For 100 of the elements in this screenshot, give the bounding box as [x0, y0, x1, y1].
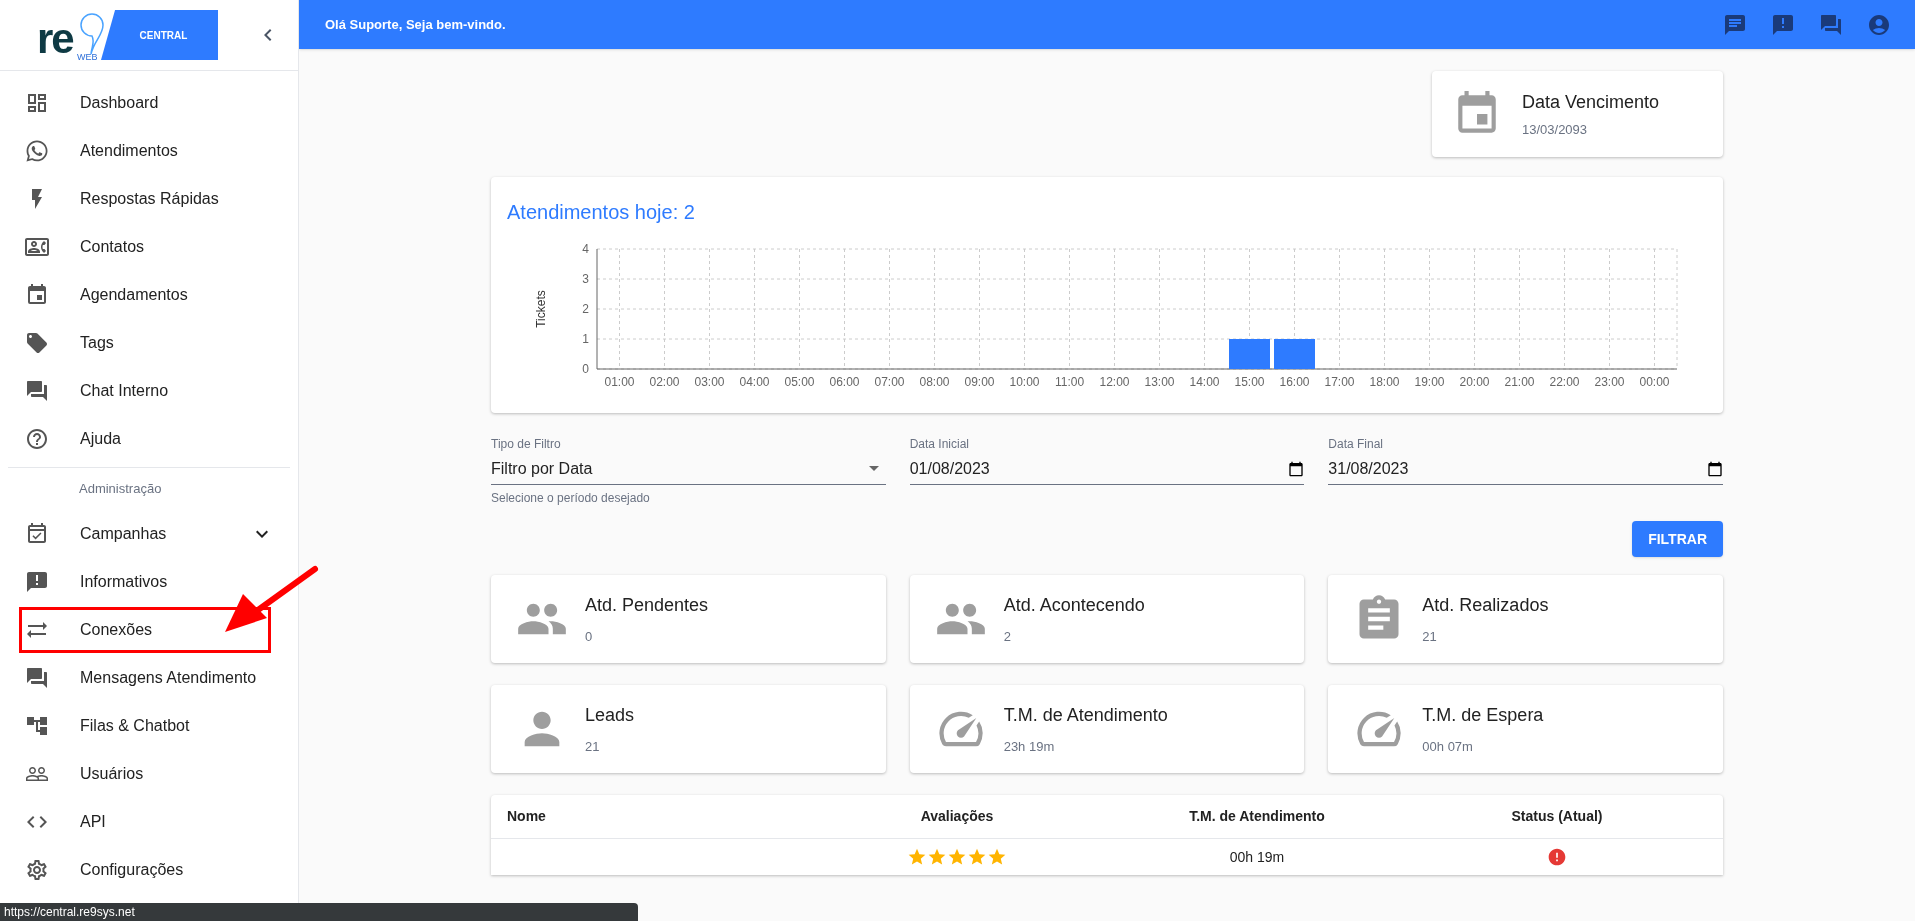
y-tick-label: 3 — [582, 272, 589, 286]
logo-text: re — [37, 18, 73, 60]
y-tick-label: 2 — [582, 302, 589, 316]
y-tick-label: 4 — [582, 242, 589, 256]
chat-icon — [1723, 12, 1747, 37]
sidebar-item[interactable]: Usuários — [0, 750, 298, 798]
sidebar-item[interactable]: Contatos — [0, 223, 298, 271]
logo-badge: CENTRAL — [101, 10, 218, 60]
status-url: https://central.re9sys.net — [0, 903, 638, 921]
helper-text: Selecione o período desejado — [491, 490, 651, 507]
column-header: Avaliações — [919, 807, 995, 826]
x-tick-label: 03:00 — [694, 375, 725, 389]
contact-card-icon — [25, 235, 49, 259]
y-tick-label: 1 — [582, 332, 589, 346]
stat-title: Atd. Realizados — [1422, 593, 1549, 617]
field-label: Data Inicial — [909, 436, 971, 453]
stat-value: 23h 19m — [1003, 737, 1056, 756]
sidebar-item[interactable]: Tags — [0, 319, 298, 367]
sidebar-item[interactable]: Agendamentos — [0, 271, 298, 319]
stat-value: 00h 07m — [1422, 737, 1474, 756]
x-tick-label: 22:00 — [1549, 375, 1580, 389]
sidebar-item[interactable]: Campanhas — [0, 510, 298, 558]
sidebar-item[interactable]: Configurações — [0, 846, 298, 894]
chart-title: Atendimentos hoje: 2 — [507, 200, 696, 225]
x-tick-label: 12:00 — [1099, 375, 1130, 389]
chat-bubbles-icon — [25, 666, 49, 690]
filter-select[interactable]: Filtro por Data — [491, 453, 886, 485]
sidebar-item[interactable]: API — [0, 798, 298, 846]
star-icon — [987, 847, 1007, 867]
x-tick-label: 09:00 — [964, 375, 995, 389]
x-tick-label: 13:00 — [1144, 375, 1175, 389]
chat-bubbles-icon — [25, 379, 49, 403]
account-icon — [1867, 12, 1891, 37]
x-tick-label: 08:00 — [919, 375, 950, 389]
stat-value: 2 — [1003, 627, 1012, 646]
y-tick-label: 0 — [582, 362, 589, 376]
x-tick-label: 01:00 — [604, 375, 635, 389]
chat-bubbles-icon — [1819, 12, 1843, 37]
star-icon — [907, 847, 927, 867]
bar — [1274, 339, 1315, 369]
sidebar-item[interactable]: Respostas Rápidas — [0, 175, 298, 223]
star-icon — [947, 847, 967, 867]
calendar-icon — [1707, 460, 1723, 477]
error-icon — [1547, 847, 1567, 867]
alert-message-icon — [1771, 12, 1795, 37]
field-label: Tipo de Filtro — [491, 436, 562, 453]
column-header: Status (Atual) — [1510, 807, 1604, 826]
x-tick-label: 20:00 — [1459, 375, 1490, 389]
sidebar-item[interactable]: Dashboard — [0, 79, 298, 127]
calendar-icon — [25, 283, 49, 307]
section-label: Administração — [79, 480, 162, 499]
table-cell-text: 00h 19m — [1228, 847, 1286, 867]
sidebar-item[interactable]: Atendimentos — [0, 127, 298, 175]
x-tick-label: 05:00 — [784, 375, 815, 389]
x-tick-label: 02:00 — [649, 375, 680, 389]
logo-subtext: WEB — [77, 52, 98, 62]
calendar-icon — [1288, 460, 1305, 477]
x-tick-label: 07:00 — [874, 375, 905, 389]
dropdown-icon — [868, 466, 879, 471]
stat-value: 0 — [585, 627, 594, 646]
column-header: Nome — [507, 807, 547, 826]
toolbar-button[interactable] — [1819, 12, 1843, 37]
sidebar-item[interactable]: Filas & Chatbot — [0, 702, 298, 750]
x-tick-label: 00:00 — [1639, 375, 1670, 389]
toolbar-button[interactable] — [1723, 12, 1747, 37]
sidebar-item[interactable]: Informativos — [0, 558, 298, 606]
whatsapp-icon — [25, 139, 49, 163]
stat-title: Leads — [585, 703, 635, 727]
x-tick-label: 04:00 — [739, 375, 770, 389]
star-icon — [967, 847, 987, 867]
stat-value: 21 — [585, 737, 601, 756]
x-tick-label: 17:00 — [1324, 375, 1355, 389]
x-tick-label: 14:00 — [1189, 375, 1220, 389]
x-tick-label: 16:00 — [1279, 375, 1310, 389]
date-input[interactable]: 31/08/2023 — [1328, 453, 1723, 485]
x-tick-label: 21:00 — [1504, 375, 1535, 389]
field-label: Data Final — [1328, 436, 1385, 453]
y-axis-label: Tickets — [534, 290, 548, 328]
sidebar-item[interactable]: Ajuda — [0, 415, 298, 463]
column-header: T.M. de Atendimento — [1188, 807, 1326, 826]
stat-title: Atd. Pendentes — [585, 593, 709, 617]
toolbar-button[interactable] — [1867, 12, 1891, 37]
settings-icon — [25, 858, 49, 882]
stat-title: T.M. de Espera — [1422, 703, 1544, 727]
date-input[interactable]: 01/08/2023 — [909, 453, 1305, 485]
x-tick-label: 06:00 — [829, 375, 860, 389]
card-title: Data Vencimento — [1522, 90, 1660, 114]
sidebar-item[interactable]: Conexões — [0, 606, 298, 654]
toolbar-button[interactable] — [1771, 12, 1795, 37]
pin-icon — [79, 12, 105, 56]
sidebar-item[interactable]: Chat Interno — [0, 367, 298, 415]
alert-message-icon — [25, 570, 49, 594]
sidebar-item[interactable]: Mensagens Atendimento — [0, 654, 298, 702]
star-icon — [927, 847, 947, 867]
stat-value: 21 — [1422, 627, 1438, 646]
stat-title: T.M. de Atendimento — [1003, 703, 1168, 727]
calendar-check-icon — [25, 522, 49, 546]
x-tick-label: 23:00 — [1594, 375, 1625, 389]
bar — [1229, 339, 1270, 369]
filter-button[interactable]: FILTRAR — [1632, 521, 1723, 557]
